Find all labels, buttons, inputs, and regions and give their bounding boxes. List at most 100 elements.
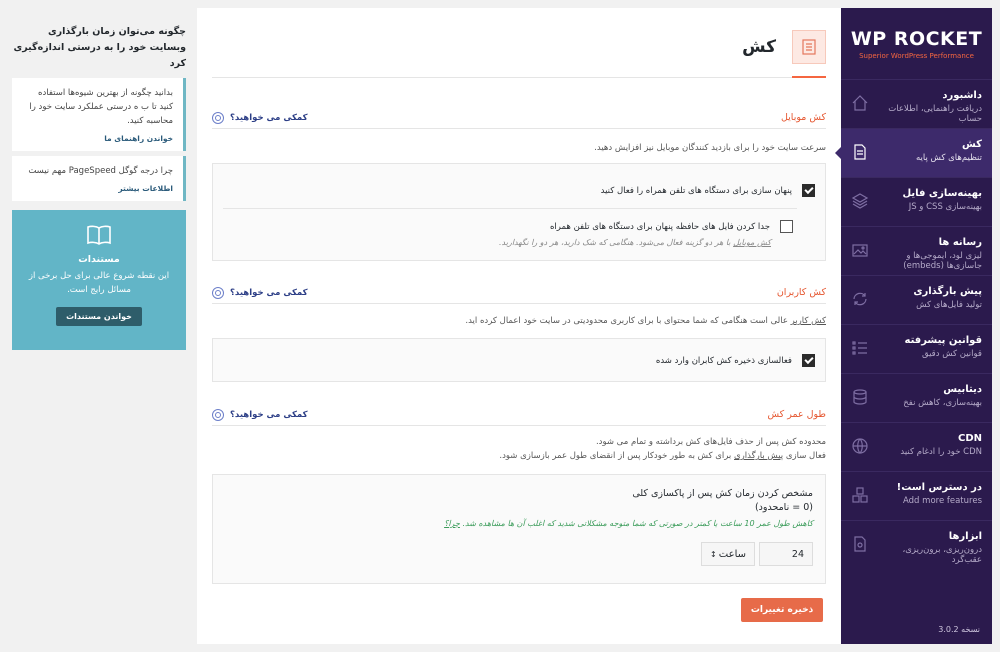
help-link-mobile[interactable]: کمکی می خواهید؟: [212, 111, 308, 124]
user-cache-desc-link[interactable]: کش کاربر: [791, 316, 826, 326]
sidebar-item-preload[interactable]: پیش بارگذاری تولید فایل‌های کش: [841, 276, 992, 325]
globe-icon: [851, 437, 869, 455]
sidebar-item-media[interactable]: رسانه ها لیزی لود، ایموجی‌ها و جاسازی‌ها…: [841, 227, 992, 276]
lifespan-hint-text: کاهش طول عمر 10 ساعت یا کمتر در صورتی که…: [459, 519, 813, 528]
lifebuoy-icon: [212, 111, 224, 124]
sidebar-item-database[interactable]: دیتابیس بهینه‌سازی، کاهش نفخ: [841, 374, 992, 423]
lifespan-unit-select[interactable]: ساعت ↕: [701, 542, 755, 566]
guide-card: بدانید چگونه از بهترین شیوه‌ها استفاده ک…: [12, 78, 186, 151]
user-cache-header: کش کاربران کمکی می خواهید؟: [212, 282, 826, 304]
mobile-cache-note-link[interactable]: کش موبایل: [733, 238, 771, 247]
sidebar-item-title: داشبورد: [942, 90, 982, 101]
mobile-cache-header: کش موبایل کمکی می خواهید؟: [212, 107, 826, 129]
image-icon: [851, 241, 869, 259]
mobile-cache-checkbox[interactable]: [802, 184, 815, 197]
save-changes-button[interactable]: ذخیره تغییرات: [741, 598, 823, 622]
pagespeed-card-link[interactable]: اطلاعات بیشتر: [22, 184, 173, 193]
sidebar-item-sub: قوانین کش دقیق: [921, 349, 982, 359]
sidebar-item-sub: تنظیم‌های کش پایه: [915, 153, 982, 163]
option-divider: [223, 208, 797, 209]
sidebar-item-dashboard[interactable]: داشبورد دریافت راهنمایی، اطلاعات حساب: [841, 80, 992, 129]
updown-arrow-icon: ↕: [710, 549, 717, 559]
tools-icon: [851, 535, 869, 553]
sidebar-item-title: پیش بارگذاری: [913, 286, 982, 297]
mobile-cache-option[interactable]: پنهان سازی برای دستگاه های تلفن همراه را…: [601, 184, 815, 197]
lifespan-desc2-a: فعال سازی: [783, 451, 826, 461]
sidebar-item-title: قوانین پیشرفته: [904, 335, 983, 346]
sidebar-item-file-optimization[interactable]: بهینه‌سازی فایل بهینه‌سازی CSS و JS: [841, 178, 992, 227]
mobile-options-box: پنهان سازی برای دستگاه های تلفن همراه را…: [212, 163, 826, 261]
logged-in-cache-label: فعالسازی ذخیره کش کابران وارد شده: [655, 355, 792, 366]
sidebar-item-advanced-rules[interactable]: قوانین پیشرفته قوانین کش دقیق: [841, 325, 992, 374]
docs-text: این نقطه شروع عالی برای حل برخی از مسائل…: [28, 271, 170, 295]
document-icon: [792, 30, 826, 64]
header-accent: [792, 76, 826, 78]
sidebar-item-title: دیتابیس: [943, 384, 982, 395]
lifespan-label-line2: (0 = نامحدود): [754, 502, 813, 513]
mobile-cache-label: پنهان سازی برای دستگاه های تلفن همراه را…: [600, 185, 792, 196]
sidebar-item-tools[interactable]: ابزارها درون‌ریزی، برون‌ریزی، عقب‌گرد: [841, 521, 992, 570]
help-label: کمکی می خواهید؟: [230, 112, 308, 123]
logged-in-cache-checkbox[interactable]: [802, 354, 815, 367]
sidebar-item-addons[interactable]: در دسترس است! Add more features: [841, 472, 992, 521]
user-cache-desc: کش کاربر عالی است هنگامی که شما محتوای ب…: [465, 314, 826, 328]
sidebar-item-title: در دسترس است!: [896, 482, 982, 493]
user-options-box: فعالسازی ذخیره کش کابران وارد شده: [212, 338, 826, 382]
sidebar-item-title: بهینه‌سازی فایل: [902, 188, 982, 199]
read-docs-button[interactable]: خواندن مستندات: [56, 307, 142, 326]
separate-mobile-option[interactable]: جدا کردن فایل های حافظه پنهان برای دستگا…: [550, 220, 793, 233]
sidebar-item-cdn[interactable]: CDN CDN خود را ادغام کنید: [841, 423, 992, 472]
sidebar: WP ROCKET Superior WordPress Performance…: [835, 8, 992, 644]
lifespan-desc2-b: برای کش به طور خودکار پس از انقضای طول ع…: [499, 451, 735, 461]
sidebar-item-cache[interactable]: کش تنظیم‌های کش پایه: [835, 129, 992, 178]
sidebar-item-title: ابزارها: [948, 531, 982, 542]
lifespan-desc-line2: فعال سازی پیش بارگذاری برای کش به طور خو…: [499, 449, 826, 463]
lifespan-desc-line1: محدوده کش پس از حذف فایل‌های کش برداشته …: [595, 437, 826, 447]
mobile-cache-note: کش موبایل با هر دو گزینه فعال می‌شود. هن…: [499, 238, 771, 247]
page-title: کش: [742, 37, 776, 57]
logo-text-b: ROCKET: [893, 27, 983, 50]
why-link[interactable]: چرا؟: [444, 519, 460, 528]
mobile-cache-title: کش موبایل: [780, 112, 826, 123]
sidebar-item-title: CDN: [957, 433, 982, 444]
refresh-icon: [851, 290, 869, 308]
sidebar-item-title: کش: [962, 139, 982, 150]
database-icon: [851, 388, 869, 406]
version-label: نسخه 3.0.2: [938, 625, 980, 634]
separate-mobile-checkbox[interactable]: [780, 220, 793, 233]
guide-card-text: بدانید چگونه از بهترین شیوه‌ها استفاده ک…: [29, 88, 173, 126]
list-icon: [851, 339, 869, 357]
pagespeed-card-text: چرا درجه گوگل PageSpeed مهم نیست: [28, 166, 173, 176]
help-link-user[interactable]: کمکی می خواهید؟: [212, 286, 308, 299]
logged-in-cache-option[interactable]: فعالسازی ذخیره کش کابران وارد شده: [656, 354, 815, 367]
lifespan-value-input[interactable]: 24: [759, 542, 813, 566]
sidebar-item-sub: Add more features: [903, 496, 982, 506]
lifespan-box: مشخص کردن زمان کش پس از پاکسازی کلی (0 =…: [212, 474, 826, 584]
sidebar-item-sub: دریافت راهنمایی، اطلاعات حساب: [888, 104, 982, 124]
sidebar-item-sub: بهینه‌سازی CSS و JS: [908, 202, 982, 212]
user-cache-desc-text: عالی است هنگامی که شما محتوای با برای کا…: [465, 316, 791, 326]
logo-text-a: WP: [850, 27, 894, 50]
sidebar-item-title: رسانه ها: [938, 237, 982, 248]
user-cache-title: کش کاربران: [776, 287, 826, 298]
lifespan-title: طول عمر کش: [767, 409, 826, 420]
lifebuoy-icon: [212, 286, 224, 299]
page-header: کش: [742, 30, 826, 64]
lifespan-label: مشخص کردن زمان کش پس از پاکسازی کلی (0 =…: [632, 487, 813, 515]
logo-tagline: Superior WordPress Performance: [859, 51, 974, 60]
addons-icon: [851, 486, 869, 504]
sidebar-item-sub: بهینه‌سازی، کاهش نفخ: [903, 398, 982, 408]
document-icon: [851, 143, 869, 161]
preload-link[interactable]: پیش بارگذاری: [734, 451, 783, 461]
sidebar-item-sub: تولید فایل‌های کش: [916, 300, 982, 310]
help-link-lifespan[interactable]: کمکی می خواهید؟: [212, 408, 308, 421]
sidebar-item-sub: لیزی لود، ایموجی‌ها و جاسازی‌ها (embeds): [903, 251, 982, 271]
wp-rocket-logo: WP ROCKET Superior WordPress Performance: [841, 8, 992, 80]
sidebar-item-sub: درون‌ریزی، برون‌ریزی، عقب‌گرد: [902, 545, 982, 565]
lifespan-desc: محدوده کش پس از حذف فایل‌های کش برداشته …: [499, 435, 826, 463]
mobile-cache-desc: سرعت سایت خود را برای بازدید کنندگان موب…: [594, 143, 826, 153]
lifespan-unit-value: ساعت: [718, 548, 746, 560]
guide-card-link[interactable]: خواندن راهنمای ما: [22, 134, 173, 143]
promo-title: چگونه می‌توان زمان بارگذاری وبسایت خود ر…: [13, 26, 186, 69]
lifespan-header: طول عمر کش کمکی می خواهید؟: [212, 404, 826, 426]
